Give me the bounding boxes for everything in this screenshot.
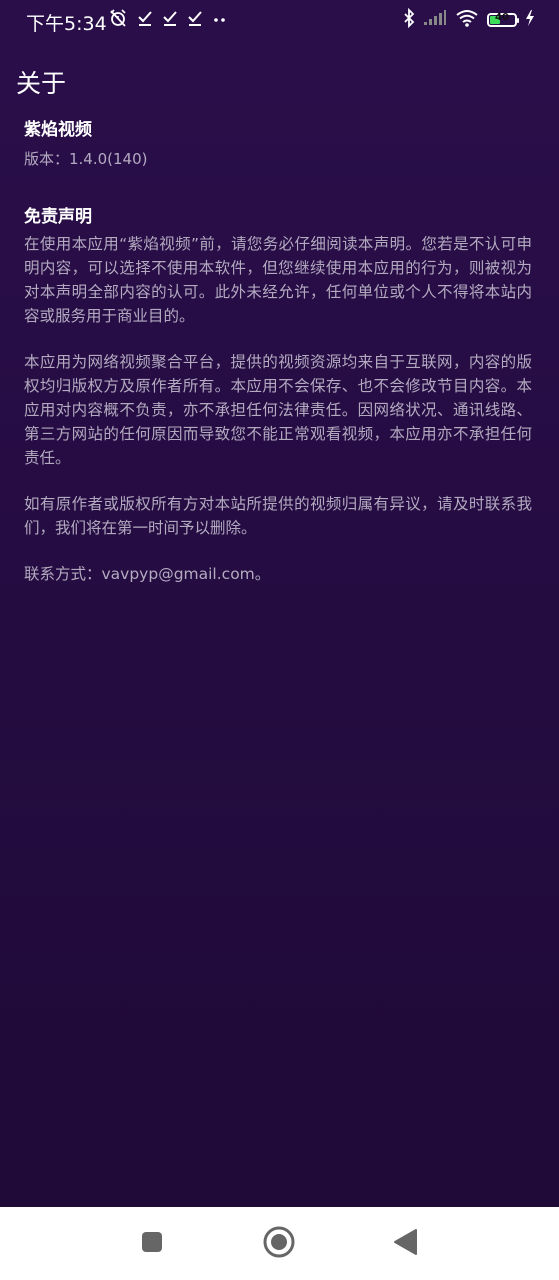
- wifi-icon: [455, 9, 479, 31]
- navigation-bar: [0, 1207, 559, 1280]
- status-time: 下午5:34: [26, 13, 107, 35]
- back-triangle-icon: [392, 1228, 418, 1260]
- battery-level: 40: [495, 12, 509, 23]
- alarm-off-icon: [108, 8, 128, 32]
- home-button[interactable]: [262, 1225, 296, 1263]
- download-done-icon: [162, 9, 178, 31]
- disclaimer-title: 免责声明: [24, 207, 92, 227]
- notification-icons: [108, 8, 228, 32]
- home-circle-icon: [262, 1225, 296, 1263]
- page-title: 关于: [16, 69, 67, 98]
- battery-cap: [517, 18, 519, 23]
- app-version: 版本：1.4.0(140): [24, 150, 148, 168]
- download-done-icon: [137, 9, 153, 31]
- disclaimer-body: 在使用本应用“紫焰视频”前，请您务必仔细阅读本声明。您若是不认可申明内容，可以选…: [24, 232, 532, 608]
- status-bar: 下午5:34 40: [0, 0, 559, 42]
- battery-icon: 40: [487, 12, 519, 27]
- bluetooth-icon: [403, 7, 415, 32]
- recents-square-icon: [140, 1230, 164, 1258]
- cellular-signal-icon: [423, 10, 447, 30]
- contact-info: 联系方式：vavpyp@gmail.com。: [24, 565, 271, 583]
- disclaimer-paragraph: 如有原作者或版权所有方对本站所提供的视频归属有异议，请及时联系我们，我们将在第一…: [24, 495, 532, 537]
- app-name: 紫焰视频: [24, 120, 92, 140]
- more-dots-icon: [212, 9, 228, 31]
- back-button[interactable]: [388, 1227, 422, 1261]
- disclaimer-paragraph: 在使用本应用“紫焰视频”前，请您务必仔细阅读本声明。您若是不认可申明内容，可以选…: [24, 235, 532, 325]
- about-screen: 下午5:34 40 关于 紫焰视频 版本：1.4.0(140) 免责声明 在使用…: [0, 0, 559, 1207]
- charging-icon: [525, 10, 535, 30]
- system-icons: 40: [403, 7, 535, 32]
- download-done-icon: [187, 9, 203, 31]
- disclaimer-paragraph: 本应用为网络视频聚合平台，提供的视频资源均来自于互联网，内容的版权均归版权方及原…: [24, 353, 532, 467]
- recents-button[interactable]: [135, 1227, 169, 1261]
